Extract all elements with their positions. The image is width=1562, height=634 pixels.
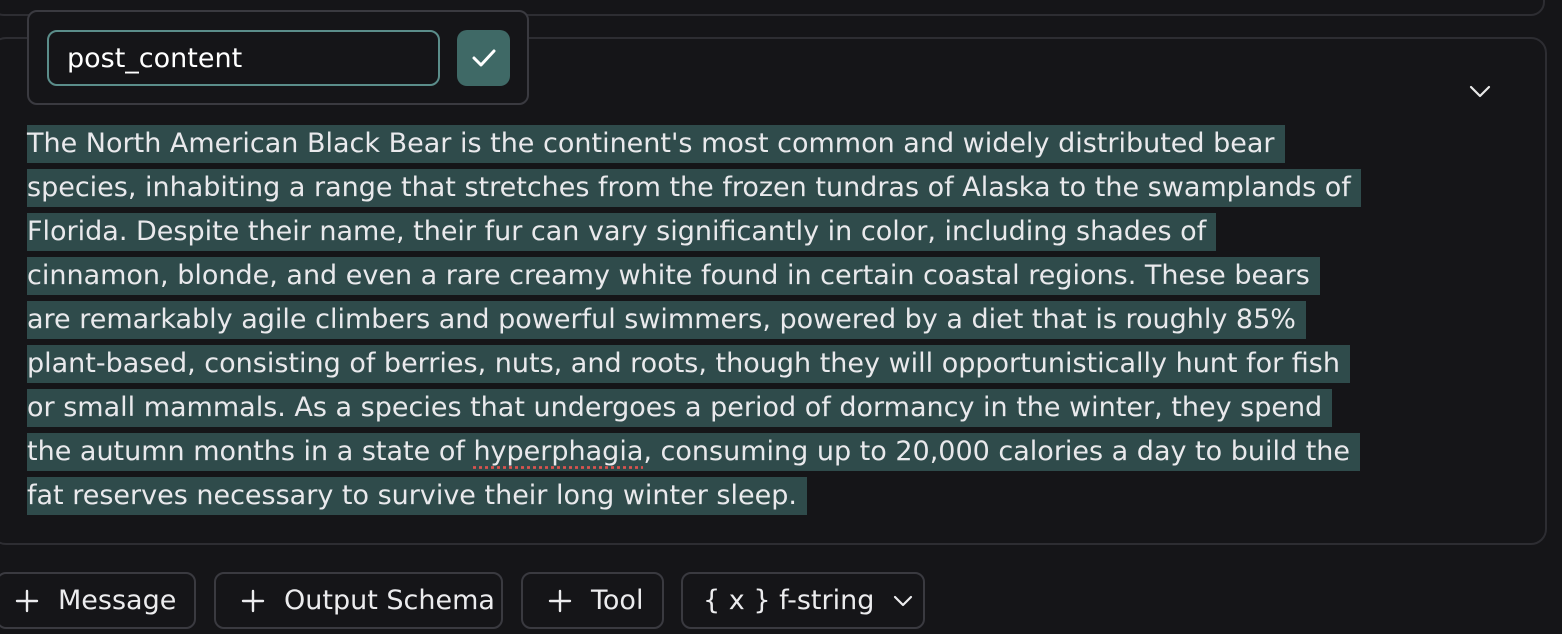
variable-name-input[interactable] — [47, 30, 440, 86]
content-line: cinnamon, blonde, and even a rare creamy… — [27, 254, 1467, 298]
check-icon — [472, 49, 495, 67]
plus-icon — [14, 588, 40, 614]
message-content[interactable]: The North American Black Bear is the con… — [27, 122, 1467, 518]
chevron-down-icon — [892, 594, 914, 608]
add-message-label: Message — [58, 585, 177, 616]
content-line: the autumn months in a state of hyperpha… — [27, 430, 1467, 474]
content-line: The North American Black Bear is the con… — [27, 122, 1467, 166]
content-line: are remarkably agile climbers and powerf… — [27, 298, 1467, 342]
content-text: the autumn months in a state of — [27, 436, 474, 467]
add-output-schema-button[interactable]: Output Schema — [214, 572, 503, 629]
content-line: plant-based, consisting of berries, nuts… — [27, 342, 1467, 386]
content-line: Florida. Despite their name, their fur c… — [27, 210, 1467, 254]
content-line: fat reserves necessary to survive their … — [27, 474, 1467, 518]
add-message-button[interactable]: Message — [0, 572, 196, 629]
plus-icon — [240, 588, 266, 614]
add-tool-button[interactable]: Tool — [521, 572, 664, 629]
chevron-down-icon[interactable] — [1466, 80, 1494, 104]
template-format-label: { x } f-string — [703, 585, 875, 616]
rename-popover — [27, 10, 529, 105]
template-format-select[interactable]: { x } f-string — [681, 572, 925, 629]
add-tool-label: Tool — [591, 585, 644, 616]
content-line: or small mammals. As a species that unde… — [27, 386, 1467, 430]
misspelled-word[interactable]: hyperphagia — [473, 436, 643, 467]
add-output-schema-label: Output Schema — [284, 585, 495, 616]
content-line: species, inhabiting a range that stretch… — [27, 166, 1467, 210]
plus-icon — [547, 588, 573, 614]
confirm-button[interactable] — [457, 30, 510, 86]
content-text: , consuming up to 20,000 calories a day … — [643, 436, 1351, 467]
